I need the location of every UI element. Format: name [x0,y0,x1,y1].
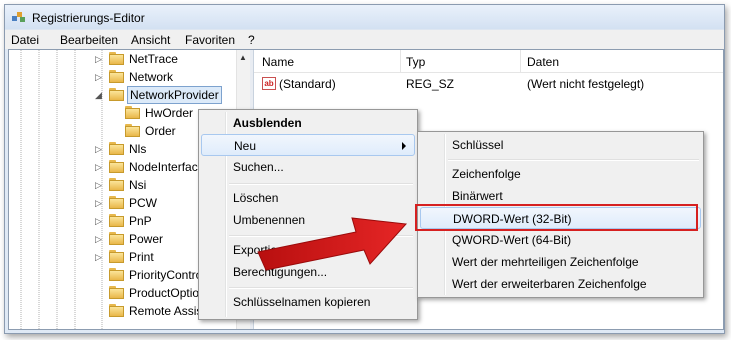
tree-item-label: Print [129,250,154,264]
menu-item-label: Binärwert [452,189,503,203]
menu-item-label: QWORD-Wert (64-Bit) [452,233,572,247]
submenu-item-multi-string[interactable]: Wert der mehrteiligen Zeichenfolge [420,251,701,273]
menu-separator [229,183,413,185]
folder-icon [109,196,125,209]
tree-item-label: Nls [129,142,147,156]
value-type: REG_SZ [406,77,455,91]
menu-item-suchen[interactable]: Suchen... [201,156,415,178]
menu-favoriten[interactable]: Favoriten [185,33,235,47]
tree-item-label: NodeInterface [129,160,205,174]
menu-item-label: Schlüsselnamen kopieren [233,295,371,309]
column-header-data[interactable]: Daten [527,55,559,69]
tree-item-nettrace[interactable]: ▷ NetTrace [9,50,236,68]
folder-icon [109,52,125,65]
menu-item-label: Löschen [233,191,279,205]
folder-icon [125,106,141,119]
menu-item-label: Suchen... [233,160,284,174]
folder-icon [109,70,125,83]
expand-icon[interactable]: ▷ [95,252,105,262]
collapse-icon[interactable]: ◢ [95,90,105,100]
tree-item-label: Order [145,124,176,138]
scroll-up-icon[interactable]: ▲ [239,53,247,62]
menu-item-label: Schlüssel [452,138,504,152]
menu-item-label: Wert der erweiterbaren Zeichenfolge [452,277,647,291]
expand-icon[interactable]: ▷ [95,72,105,82]
tree-item-networkprovider[interactable]: ◢ NetworkProvider [9,86,236,104]
highlight-box [415,204,698,231]
tree-item-label-selected: NetworkProvider [127,86,222,104]
folder-icon [109,304,125,317]
folder-icon [109,232,125,245]
submenu-item-expandable-string[interactable]: Wert der erweiterbaren Zeichenfolge [420,273,701,295]
expand-icon[interactable]: ▷ [95,216,105,226]
menu-item-loeschen[interactable]: Löschen [201,187,415,209]
folder-icon [109,160,125,173]
submenu-item-zeichenfolge[interactable]: Zeichenfolge [420,163,701,185]
ab-string-icon: ab [262,77,276,90]
menu-ansicht[interactable]: Ansicht [131,33,170,47]
tree-item-label: PnP [129,214,152,228]
tree-item-label: NetTrace [129,52,178,66]
tree-item-label: PriorityControl [129,268,206,282]
menu-item-schluesselnamen-kopieren[interactable]: Schlüsselnamen kopieren [201,291,415,313]
folder-icon [109,214,125,227]
open-folder-icon [109,88,125,101]
menu-help[interactable]: ? [248,33,255,47]
folder-icon [109,142,125,155]
column-header-row: Name Typ Daten [254,50,723,73]
expand-icon[interactable]: ▷ [95,144,105,154]
menu-bar: Datei Bearbeiten Ansicht Favoriten ? [5,29,724,49]
tree-item-label: HwOrder [145,106,194,120]
menu-separator [229,287,413,289]
submenu-item-schluessel[interactable]: Schlüssel [420,134,701,156]
tree-item-label: Network [129,70,174,84]
expand-icon[interactable]: ▷ [95,234,105,244]
red-arrow-icon [257,217,408,271]
submenu-item-qword[interactable]: QWORD-Wert (64-Bit) [420,229,701,251]
menu-item-label: Ausblenden [233,116,302,130]
menu-datei[interactable]: Datei [11,33,39,47]
value-name: (Standard) [279,77,336,91]
tree-item-network[interactable]: ▷ Network [9,68,236,86]
expand-icon[interactable]: ▷ [95,54,105,64]
value-data: (Wert nicht festgelegt) [527,77,645,91]
folder-icon [109,250,125,263]
expand-icon[interactable]: ▷ [95,162,105,172]
menu-item-ausblenden[interactable]: Ausblenden [201,112,415,134]
menu-item-label: Zeichenfolge [452,167,521,181]
column-header-name[interactable]: Name [262,55,294,69]
registry-editor-icon [12,12,25,22]
expand-icon[interactable]: ▷ [95,180,105,190]
title-bar: Registrierungs-Editor [5,5,724,29]
menu-bearbeiten[interactable]: Bearbeiten [60,33,118,47]
tree-item-label: Nsi [129,178,147,192]
table-row[interactable]: ab (Standard) REG_SZ (Wert nicht festgel… [254,77,723,95]
tree-item-label: Power [129,232,164,246]
submenu-arrow-icon [402,142,406,150]
window-title: Registrierungs-Editor [32,11,145,25]
folder-icon [109,286,125,299]
menu-separator [448,159,699,161]
column-header-type[interactable]: Typ [406,55,425,69]
column-divider[interactable] [520,50,521,72]
expand-icon[interactable]: ▷ [95,198,105,208]
menu-item-label: Wert der mehrteiligen Zeichenfolge [452,255,639,269]
tree-item-label: PCW [129,196,157,210]
folder-icon [109,178,125,191]
folder-icon [109,268,125,281]
column-divider[interactable] [400,50,401,72]
folder-icon [125,124,141,137]
menu-item-neu[interactable]: Neu [201,134,415,156]
menu-item-label: Neu [234,139,257,153]
